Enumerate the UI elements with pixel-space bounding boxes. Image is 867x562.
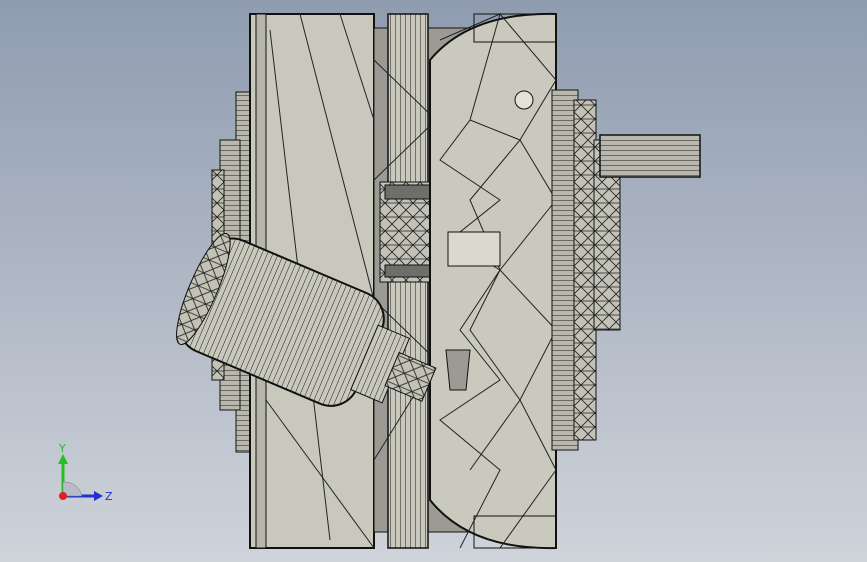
- z-axis-arrowhead: [94, 491, 103, 501]
- origin-point: [59, 492, 67, 500]
- z-axis-label: Z: [105, 490, 113, 503]
- y-axis-label: Y: [58, 442, 66, 455]
- view-orientation-triad: Y Z: [58, 442, 113, 503]
- right-housing: [429, 12, 557, 550]
- cad-model-gear-reducer[interactable]: [0, 0, 867, 562]
- graphics-viewport[interactable]: Y Z: [0, 0, 867, 562]
- y-axis-arrowhead: [58, 454, 68, 464]
- output-shaft: [599, 134, 701, 178]
